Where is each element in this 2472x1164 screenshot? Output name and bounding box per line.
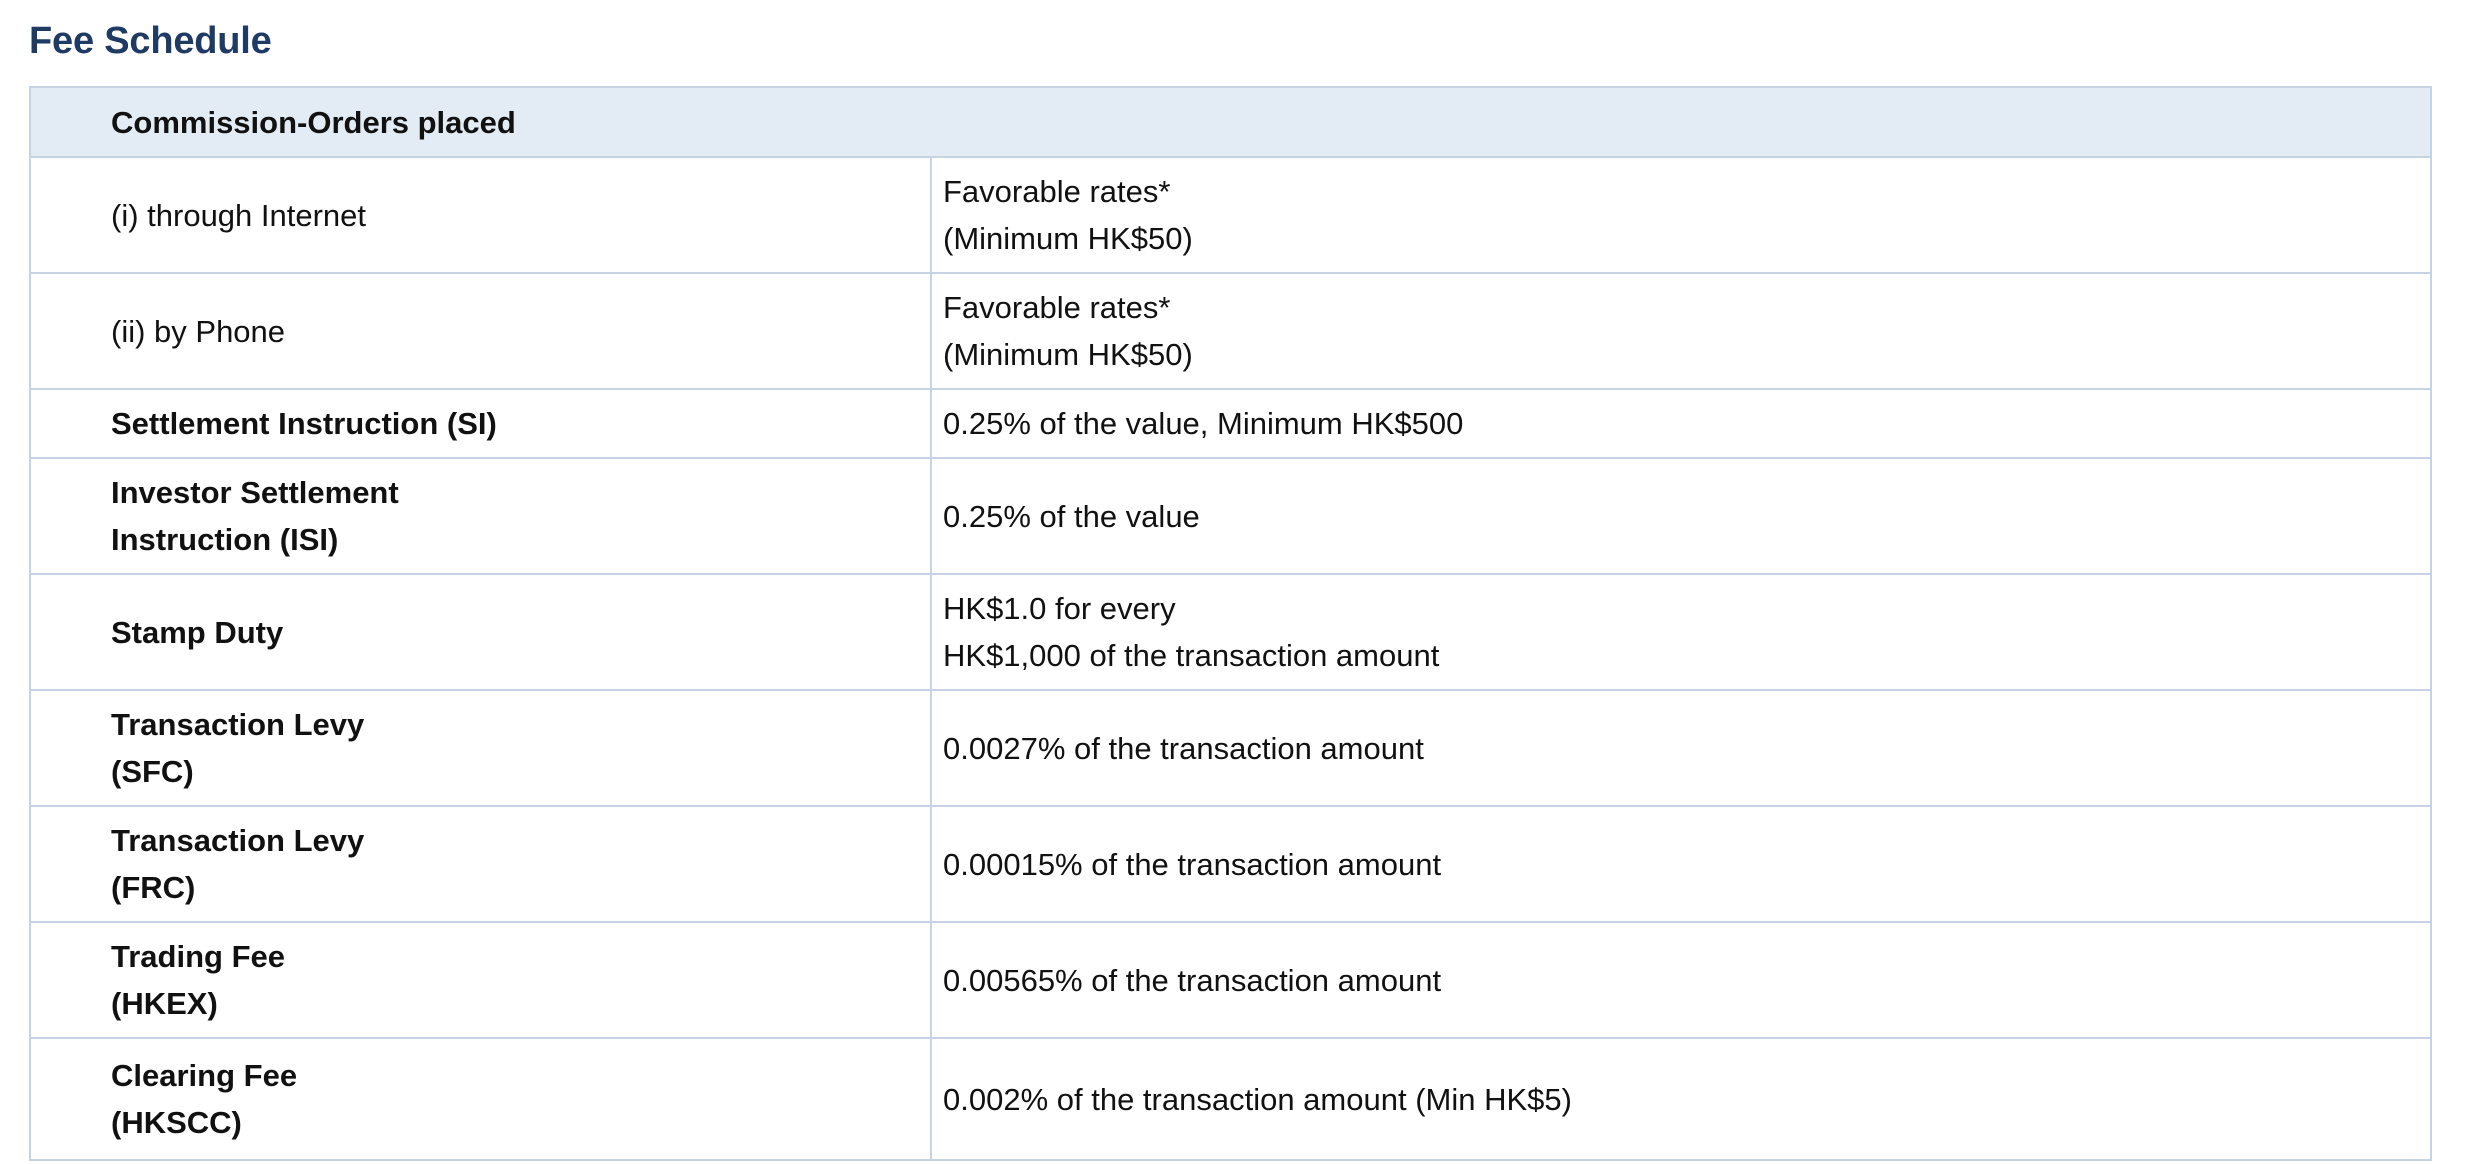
fee-value-line: 0.0027% of the transaction amount [943, 730, 1424, 766]
fee-value: 0.00565% of the transaction amount [930, 921, 2432, 1039]
fee-label: (ii) by Phone [29, 272, 932, 390]
fee-label: Stamp Duty [29, 573, 932, 691]
fee-label: (i) through Internet [29, 156, 932, 274]
table-row: Trading Fee (HKEX) 0.00565% of the trans… [29, 921, 2432, 1039]
fee-label-line: Transaction Levy [111, 823, 365, 858]
fee-value-line: HK$1.0 for every [943, 591, 1176, 626]
table-row: Transaction Levy (SFC) 0.0027% of the tr… [29, 689, 2432, 807]
table-row: Clearing Fee (HKSCC) 0.002% of the trans… [29, 1037, 2432, 1161]
fee-label-line: Investor Settlement [111, 475, 399, 510]
fee-label: Clearing Fee (HKSCC) [29, 1037, 932, 1161]
table-row: Settlement Instruction (SI) 0.25% of the… [29, 388, 2432, 459]
fee-value-line: 0.25% of the value, Minimum HK$500 [943, 406, 1464, 441]
fee-value-line: Favorable rates* [943, 290, 1171, 325]
section-header-row: Commission-Orders placed [29, 86, 2432, 158]
section-header: Commission-Orders placed [29, 86, 2432, 158]
fee-label-line: Clearing Fee [111, 1058, 298, 1093]
table-row: Investor Settlement Instruction (ISI) 0.… [29, 457, 2432, 575]
fee-label: Investor Settlement Instruction (ISI) [29, 457, 932, 575]
table-row: (ii) by Phone Favorable rates* (Minimum … [29, 272, 2432, 390]
fee-label-line: (HKSCC) [111, 1105, 242, 1140]
fee-label-line: Trading Fee [111, 939, 285, 974]
fee-value-line: 0.00015% of the transaction amount [943, 846, 1442, 882]
fee-value-line: (Minimum HK$50) [943, 337, 1193, 372]
fee-label-line: (ii) by Phone [111, 313, 286, 349]
table-row: (i) through Internet Favorable rates* (M… [29, 156, 2432, 274]
fee-value: 0.25% of the value [930, 457, 2432, 575]
fee-label-line: (FRC) [111, 870, 196, 905]
fee-value-line: Favorable rates* [943, 174, 1171, 209]
fee-label-line: (HKEX) [111, 986, 218, 1021]
fee-value: HK$1.0 for every HK$1,000 of the transac… [930, 573, 2432, 691]
table-row: Stamp Duty HK$1.0 for every HK$1,000 of … [29, 573, 2432, 691]
fee-value: 0.00015% of the transaction amount [930, 805, 2432, 923]
fee-schedule-table: Commission-Orders placed (i) through Int… [29, 86, 2432, 1161]
fee-value: 0.002% of the transaction amount (Min HK… [930, 1037, 2432, 1161]
fee-label-line: Stamp Duty [111, 614, 284, 650]
fee-value: Favorable rates* (Minimum HK$50) [930, 156, 2432, 274]
fee-label-line: Transaction Levy [111, 707, 365, 742]
fee-value-line: 0.25% of the value [943, 498, 1200, 534]
fee-value: Favorable rates* (Minimum HK$50) [930, 272, 2432, 390]
fee-label-line: (SFC) [111, 754, 194, 789]
fee-value-line: HK$1,000 of the transaction amount [943, 638, 1440, 673]
fee-value: 0.0027% of the transaction amount [930, 689, 2432, 807]
fee-label-line: Settlement Instruction (SI) [111, 406, 497, 441]
page-title: Fee Schedule [29, 20, 272, 62]
fee-value-line: (Minimum HK$50) [943, 221, 1193, 256]
fee-label: Settlement Instruction (SI) [29, 388, 932, 459]
fee-label: Trading Fee (HKEX) [29, 921, 932, 1039]
fee-value-line: 0.002% of the transaction amount (Min HK… [943, 1081, 1572, 1117]
table-row: Transaction Levy (FRC) 0.00015% of the t… [29, 805, 2432, 923]
fee-label-line: Instruction (ISI) [111, 522, 339, 557]
fee-value-line: 0.00565% of the transaction amount [943, 962, 1442, 998]
fee-label: Transaction Levy (SFC) [29, 689, 932, 807]
fee-label-line: (i) through Internet [111, 197, 367, 233]
fee-value: 0.25% of the value, Minimum HK$500 [930, 388, 2432, 459]
fee-label: Transaction Levy (FRC) [29, 805, 932, 923]
